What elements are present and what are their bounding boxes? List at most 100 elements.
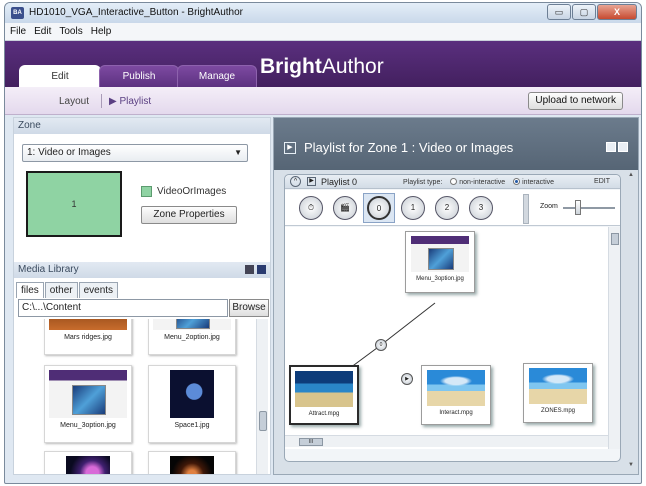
chevron-down-icon: ▼ <box>234 148 242 157</box>
node-thumbnail <box>529 368 587 404</box>
media-library-view-controls <box>245 265 266 274</box>
play-icon[interactable]: ▶ <box>307 177 316 186</box>
node-caption: ZONES.mpg <box>540 408 575 414</box>
playlist-toolbar-top: ^ ▶ Playlist 0 Playlist type: non-intera… <box>285 175 620 189</box>
video-end-event-icon[interactable]: ▶ <box>401 373 413 385</box>
menu-tools[interactable]: Tools <box>59 26 82 37</box>
zone-legend-label: VideoOrImages <box>157 186 227 197</box>
close-button[interactable]: X <box>597 4 637 20</box>
playlist-panel-scrollbar[interactable]: ▲ ▼ <box>626 172 636 472</box>
playlist-node-attract[interactable]: Attract.mpg <box>289 365 359 425</box>
zone-properties-button[interactable]: Zone Properties <box>141 206 237 224</box>
tab-events[interactable]: events <box>78 282 119 298</box>
media-thumbnail <box>170 370 214 418</box>
canvas-vertical-scrollbar[interactable] <box>608 227 620 449</box>
node-thumbnail <box>427 370 485 406</box>
zoom-slider-track[interactable] <box>563 207 615 209</box>
media-caption: Mars ridges.jpg <box>64 334 112 341</box>
left-panel: Zone 1: Video or Images ▼ 1 VideoOrImage… <box>13 117 271 475</box>
zoom-slider-thumb[interactable] <box>575 200 581 215</box>
button-event-icon[interactable]: 0 <box>375 339 387 351</box>
media-item[interactable]: Space1.jpg <box>148 365 236 443</box>
app-window: BA HD1010_VGA_Interactive_Button - Brigh… <box>4 2 642 484</box>
timer-icon[interactable]: ⏱ <box>299 196 323 220</box>
list-view-icon[interactable] <box>606 142 616 152</box>
media-path-input[interactable]: C:\...\Content <box>18 299 228 317</box>
edit-link[interactable]: EDIT <box>594 178 610 185</box>
tab-publish[interactable]: Publish <box>99 65 179 87</box>
playlist-node[interactable]: Menu_3option.jpg <box>405 231 475 293</box>
upload-to-network-button[interactable]: Upload to network <box>528 92 623 110</box>
zone-dropdown-value: 1: Video or Images <box>27 147 111 158</box>
video-clapper-icon[interactable]: 🎬 <box>333 196 357 220</box>
nav-divider <box>101 94 102 108</box>
playlist-type-label: Playlist type: <box>403 179 443 186</box>
maximize-button[interactable]: ▢ <box>572 4 596 20</box>
menu-file[interactable]: File <box>10 26 26 37</box>
collapse-icon[interactable]: ^ <box>290 176 301 187</box>
playlist-link[interactable]: ▶ Playlist <box>109 96 151 107</box>
media-library-header: Media Library <box>14 262 270 278</box>
tab-other[interactable]: other <box>44 282 78 298</box>
app-icon: BA <box>11 7 24 19</box>
button-3-icon[interactable]: 3 <box>469 196 493 220</box>
node-caption: Interact.mpg <box>439 410 473 416</box>
list-view-icon[interactable] <box>245 265 254 274</box>
media-item[interactable] <box>148 451 236 474</box>
scrollbar-thumb[interactable] <box>611 233 619 245</box>
scroll-up-icon[interactable]: ▲ <box>628 172 634 178</box>
playlist-canvas[interactable]: Menu_3option.jpg 0 Attract.mpg ▶ Interac… <box>285 227 608 449</box>
zone-preview[interactable]: 1 <box>26 171 122 237</box>
node-thumbnail <box>295 371 353 407</box>
media-thumbnail <box>49 370 127 418</box>
radio-non-interactive[interactable] <box>450 178 458 185</box>
canvas-horizontal-scrollbar[interactable]: III <box>285 435 608 447</box>
radio-interactive-label: interactive <box>522 179 555 186</box>
window-title: HD1010_VGA_Interactive_Button - BrightAu… <box>29 7 244 18</box>
brand-logo: BrightAuthor <box>260 55 384 78</box>
tab-manage[interactable]: Manage <box>177 65 257 87</box>
title-bar: BA HD1010_VGA_Interactive_Button - Brigh… <box>5 3 641 23</box>
playlist-node[interactable]: ZONES.mpg <box>523 363 593 423</box>
scrollbar-thumb[interactable] <box>259 411 267 431</box>
menu-help[interactable]: Help <box>91 26 112 37</box>
media-item[interactable]: Mars ridges.jpg <box>44 319 132 355</box>
playlist-type-options: Playlist type: non-interactive interacti… <box>403 178 554 186</box>
playlist-event-tools: ⏱ 🎬 0 1 2 3 Zoom <box>285 190 620 226</box>
media-thumbnail <box>153 319 231 330</box>
browse-button[interactable]: Browse <box>229 299 269 317</box>
media-item[interactable] <box>44 451 132 474</box>
radio-non-interactive-label: non-interactive <box>459 179 506 186</box>
scroll-down-icon[interactable]: ▼ <box>628 462 634 468</box>
tab-files[interactable]: files <box>16 282 44 298</box>
menu-edit[interactable]: Edit <box>34 26 51 37</box>
media-caption: Menu_2option.jpg <box>164 334 220 341</box>
media-item[interactable]: Menu_2option.jpg <box>148 319 236 355</box>
minimize-button[interactable]: ▭ <box>547 4 571 20</box>
scrollbar-thumb[interactable]: III <box>299 438 323 446</box>
tool-divider <box>523 194 529 224</box>
playlist-panel-header: ▶ Playlist for Zone 1 : Video or Images <box>274 118 638 170</box>
media-scrollbar[interactable] <box>256 319 268 474</box>
media-item[interactable]: Menu_3option.jpg <box>44 365 132 443</box>
playlist-panel-title: Playlist for Zone 1 : Video or Images <box>304 140 514 155</box>
grid-view-icon[interactable] <box>618 142 628 152</box>
tab-edit[interactable]: Edit <box>19 65 101 87</box>
app-header: Edit Publish Manage BrightAuthor <box>5 41 641 87</box>
play-icon[interactable]: ▶ <box>284 142 296 154</box>
zone-section-header: Zone <box>14 118 270 134</box>
playlist-node[interactable]: Interact.mpg <box>421 365 491 425</box>
radio-interactive[interactable] <box>513 178 521 185</box>
sub-navigation: Layout ▶ Playlist Upload to network <box>5 87 641 115</box>
button-0-icon[interactable]: 0 <box>367 196 391 220</box>
grid-view-icon[interactable] <box>257 265 266 274</box>
playlist-panel: ▶ Playlist for Zone 1 : Video or Images … <box>273 117 639 475</box>
playlist-name: Playlist 0 <box>321 177 358 187</box>
zone-dropdown[interactable]: 1: Video or Images ▼ <box>22 144 248 162</box>
media-thumbnail <box>49 319 127 330</box>
button-1-icon[interactable]: 1 <box>401 196 425 220</box>
button-2-icon[interactable]: 2 <box>435 196 459 220</box>
node-thumbnail <box>411 236 469 272</box>
playlist-view-controls <box>606 142 628 152</box>
layout-link[interactable]: Layout <box>59 96 89 107</box>
